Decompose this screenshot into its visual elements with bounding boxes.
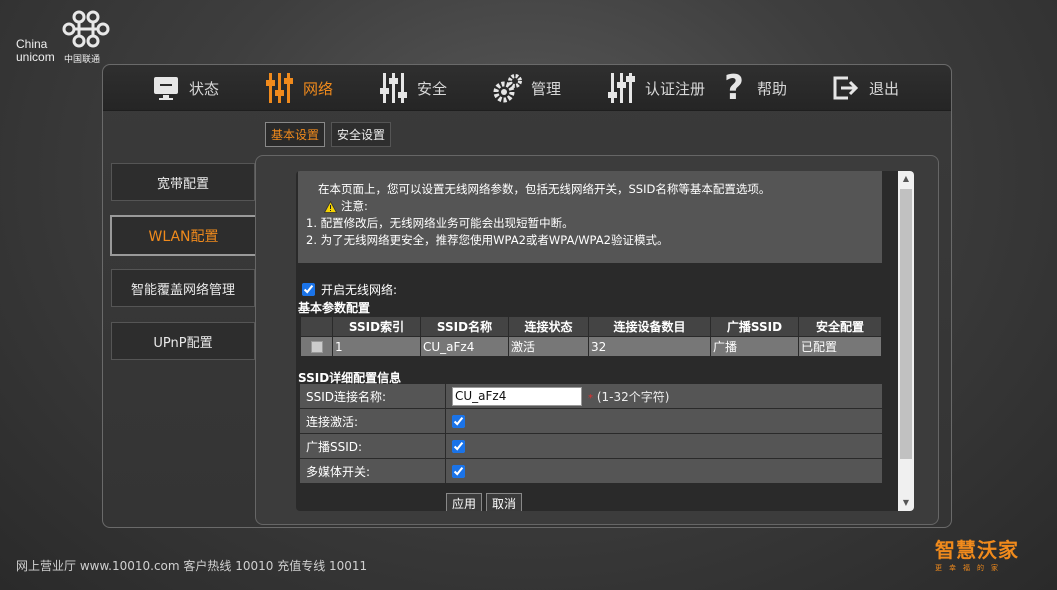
scroll-down-arrow-icon[interactable]: ▼ [898,495,914,511]
connection-active-checkbox[interactable] [452,414,465,428]
multimedia-label: 多媒体开关: [300,459,446,483]
nav-register-label: 认证注册 [645,79,706,98]
nav-security[interactable]: 安全 [379,71,447,105]
col-ssid-name: SSID名称 [420,316,509,337]
question-icon: ? [724,68,744,108]
nav-security-label: 安全 [417,79,448,98]
nav-status-label: 状态 [189,79,220,98]
table-row[interactable]: 1 CU_aFz4 激活 32 广播 已配置 [300,336,882,357]
broadcast-ssid-row: 广播SSID: [300,434,882,459]
connection-active-label: 连接激活: [300,409,446,433]
sub-tabs: 基本设置 安全设置 [265,122,392,147]
cell-security: 已配置 [798,336,882,357]
multimedia-checkbox[interactable] [452,464,465,478]
nav-logout[interactable]: 退出 [831,71,899,105]
content-scroll-area: 在本页面上，您可以设置无线网络参数，包括无线网络开关，SSID名称等基本配置选项… [296,171,898,511]
page-description: 在本页面上，您可以设置无线网络参数，包括无线网络开关，SSID名称等基本配置选项… [318,182,771,196]
brand-name-cn: 中国联通 [64,55,101,65]
sidebar-item-smart-coverage[interactable]: 智能覆盖网络管理 [111,269,255,307]
required-mark: * [588,392,593,404]
cell-broadcast: 广播 [710,336,799,357]
wlan-enable-checkbox[interactable] [302,283,315,296]
ssid-name-row: SSID连接名称: * (1-32个字符) [300,384,882,409]
nav-help-label: 帮助 [757,79,788,98]
cell-devices: 32 [588,336,711,357]
connection-active-cell [446,414,465,428]
ssid-table-header: SSID索引 SSID名称 连接状态 连接设备数目 广播SSID 安全配置 [300,316,882,337]
content-frame-border: 在本页面上，您可以设置无线网络参数，包括无线网络开关，SSID名称等基本配置选项… [255,155,939,525]
col-broadcast: 广播SSID [710,316,799,337]
cell-name: CU_aFz4 [420,336,509,357]
apply-button[interactable]: 应用 [446,493,483,511]
info-box: 在本页面上，您可以设置无线网络参数，包括无线网络开关，SSID名称等基本配置选项… [298,171,882,263]
row-select-checkbox[interactable] [310,341,323,353]
multimedia-row: 多媒体开关: [300,459,882,484]
smart-home-logo: 智慧沃家 更幸福的家 [935,534,1035,573]
unicom-knot-icon [62,10,110,48]
security-sliders-icon [379,72,409,104]
gears-icon [493,72,523,104]
ssid-name-input[interactable] [452,386,582,406]
china-unicom-logo: China unicom 中国联通 [14,8,124,65]
slogan-sub: 更幸福的家 [935,564,1005,572]
nav-network[interactable]: 网络 [265,71,333,105]
notice-header: 注意: [324,198,882,215]
vertical-scrollbar[interactable]: ▲ ▼ [898,171,914,511]
ssid-detail-form: SSID连接名称: * (1-32个字符) 连接激活: 广播SSID: [300,384,882,484]
ssid-name-label: SSID连接名称: [300,384,446,408]
wlan-enable-label: 开启无线网络: [321,283,398,297]
monitor-icon [151,72,181,104]
broadcast-ssid-label: 广播SSID: [300,434,446,458]
warning-icon [324,200,337,213]
sidebar-item-wlan[interactable]: WLAN配置 [110,215,257,256]
col-security: 安全配置 [798,316,882,337]
broadcast-ssid-cell [446,439,465,453]
form-buttons: 应用 取消 [446,493,523,511]
col-select [300,316,333,337]
top-navigation: 状态 网络 安全 管理 认证注册 ? 帮助 退出 [103,65,951,111]
broadcast-ssid-checkbox[interactable] [452,439,465,453]
connection-active-row: 连接激活: [300,409,882,434]
nav-help[interactable]: ? 帮助 [719,68,788,108]
nav-register[interactable]: 认证注册 [607,71,705,105]
footer-contact: 网上营业厅 www.10010.com 客户热线 10010 充值专线 1001… [16,559,368,573]
wlan-enable-row: 开启无线网络: [302,281,397,298]
basic-params-title: 基本参数配置 [298,301,371,315]
scrollbar-thumb[interactable] [900,189,912,459]
nav-management[interactable]: 管理 [493,71,561,105]
multimedia-cell [446,464,465,478]
ssid-table: SSID索引 SSID名称 连接状态 连接设备数目 广播SSID 安全配置 1 [300,316,882,357]
row-select-cell [300,336,333,357]
note-1: 1. 配置修改后，无线网络业务可能会出现短暂中断。 [306,216,574,230]
content-frame: 在本页面上，您可以设置无线网络参数，包括无线网络开关，SSID名称等基本配置选项… [296,171,914,511]
main-panel: 状态 网络 安全 管理 认证注册 ? 帮助 退出 基本设置 安全设置 宽带配置 … [102,64,952,528]
sidebar-item-broadband[interactable]: 宽带配置 [111,163,255,201]
nav-logout-label: 退出 [869,79,900,98]
nav-network-label: 网络 [303,79,334,98]
ssid-name-value-cell: * (1-32个字符) [446,386,670,406]
cell-status: 激活 [508,336,589,357]
brand-name-en: China unicom [16,37,55,64]
cell-index: 1 [332,336,421,357]
network-sliders-icon [265,72,295,104]
tab-basic-settings[interactable]: 基本设置 [265,122,326,147]
register-sliders-icon [607,72,637,104]
nav-status[interactable]: 状态 [151,71,219,105]
notice-label: 注意: [341,199,368,213]
sidebar-item-upnp[interactable]: UPnP配置 [111,322,255,360]
scroll-up-arrow-icon[interactable]: ▲ [898,171,914,187]
col-status: 连接状态 [508,316,589,337]
note-2: 2. 为了无线网络更安全，推荐您使用WPA2或者WPA/WPA2验证模式。 [306,233,669,247]
ssid-name-hint: (1-32个字符) [596,389,670,404]
col-devices: 连接设备数目 [588,316,711,337]
tab-security-settings[interactable]: 安全设置 [331,122,392,147]
col-ssid-index: SSID索引 [332,316,421,337]
logout-icon [831,72,861,104]
slogan-main: 智慧沃家 [935,538,1019,562]
nav-management-label: 管理 [531,79,562,98]
cancel-button[interactable]: 取消 [486,493,523,511]
